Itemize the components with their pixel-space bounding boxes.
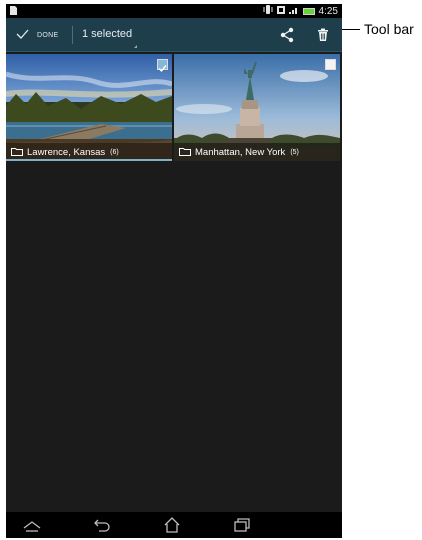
- toolbar-divider: [72, 26, 73, 44]
- vibrate-icon: [263, 5, 273, 17]
- selection-checkbox[interactable]: [325, 59, 336, 70]
- signal-icon: [288, 6, 299, 17]
- status-bar: 4:25: [6, 4, 342, 18]
- selection-checkbox[interactable]: [157, 59, 168, 73]
- notification-icon: [10, 6, 17, 18]
- selection-count-label[interactable]: 1 selected: [82, 28, 132, 40]
- folder-icon: [179, 143, 191, 161]
- share-icon[interactable]: [278, 26, 296, 44]
- done-button[interactable]: DONE: [6, 18, 58, 52]
- toolbar-callout-label: Tool bar: [364, 21, 414, 37]
- callout-line: [342, 29, 360, 30]
- action-toolbar: DONE 1 selected: [6, 18, 342, 52]
- album-name: Manhattan, New York: [195, 146, 286, 158]
- album-caption: Manhattan, New York (5): [174, 143, 340, 161]
- album-count: (6): [110, 148, 119, 156]
- device-screen: 4:25 DONE 1 selected Lawrence, Kansas (6…: [6, 4, 342, 538]
- checkmark-icon: [16, 26, 29, 44]
- done-label: DONE: [37, 31, 59, 39]
- status-clock: 4:25: [318, 5, 338, 17]
- album-tile-lawrence[interactable]: Lawrence, Kansas (6): [6, 54, 172, 161]
- overview-icon[interactable]: [232, 516, 252, 534]
- selected-indicator: [6, 159, 172, 161]
- network-icon: [276, 5, 285, 17]
- navigation-bar: [6, 512, 342, 538]
- album-count: (5): [290, 148, 299, 156]
- recent-tasks-icon[interactable]: [22, 516, 42, 534]
- delete-icon[interactable]: [314, 26, 332, 44]
- album-name: Lawrence, Kansas: [27, 146, 106, 158]
- home-icon[interactable]: [162, 516, 182, 534]
- dropdown-indicator-icon: [134, 45, 137, 48]
- back-icon[interactable]: [92, 516, 112, 534]
- album-tile-manhattan[interactable]: Manhattan, New York (5): [174, 54, 340, 161]
- battery-icon: [302, 7, 315, 15]
